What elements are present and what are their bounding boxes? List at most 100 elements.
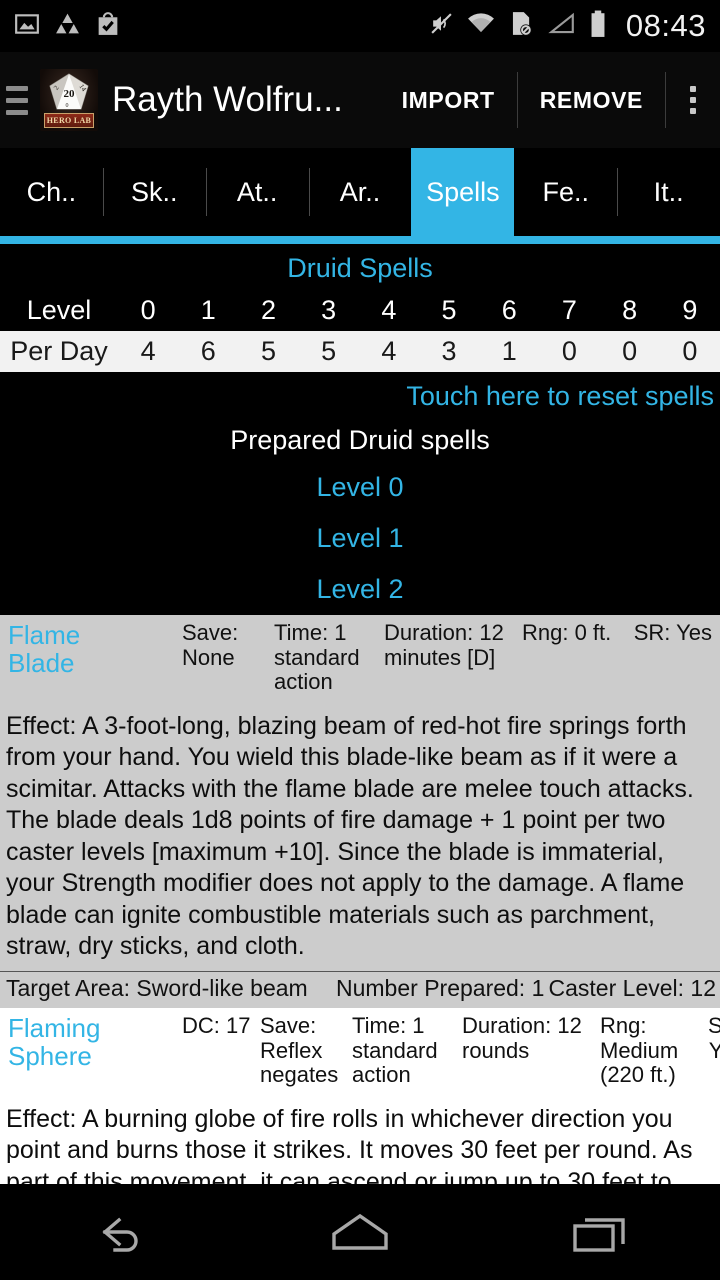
tab-feats[interactable]: Fe.. [514,148,617,236]
mute-icon [429,11,454,41]
per-day-cell[interactable]: 6 [178,331,239,372]
level-cell: 0 [118,290,179,331]
spell-name[interactable]: Flaming Sphere [6,1014,182,1070]
status-bar-system-icons: 08:43 [429,8,706,44]
spell-name-line2: Blade [8,648,75,679]
tab-skills[interactable]: Sk.. [102,148,206,236]
spells-content: Druid Spells Level 0 1 2 3 4 5 6 7 8 9 P… [0,244,720,1184]
tab-spells[interactable]: Spells [411,148,515,236]
spell-dc: DC: 17 [182,1012,251,1038]
level-1-link[interactable]: Level 1 [0,513,720,564]
level-cell: 2 [238,290,299,331]
spell-duration: Duration: 12 minutes [D] [384,620,504,670]
level-2-link[interactable]: Level 2 [0,564,720,615]
level-cell: 3 [298,290,359,331]
per-day-cell[interactable]: 1 [479,331,540,372]
hamburger-menu-icon[interactable] [6,83,36,117]
action-bar: 20 2 14 0 HERO LAB Rayth Wolfru... IMPOR… [0,52,720,148]
level-0-link[interactable]: Level 0 [0,462,720,513]
tab-bar: Ch.. Sk.. At.. Ar.. Spells Fe.. It.. [0,148,720,236]
spell-caster-level: Caster Level: 12 [548,974,716,1001]
level-cell: 5 [418,290,480,331]
status-bar: 08:43 [0,0,720,52]
battery-icon [589,10,607,43]
per-day-cell[interactable]: 0 [659,331,720,372]
spell-attributes: DC: 17 Save: Reflex negates Time: 1 stan… [182,1012,720,1088]
action-bar-buttons: IMPORT REMOVE [380,52,720,148]
level-cell: 9 [659,290,720,331]
level-cell: 4 [358,290,419,331]
spell-duration: Duration: 12 rounds [462,1012,582,1063]
spell-effect-text: Effect: A burning globe of fire rolls in… [0,1095,720,1184]
page-title: Rayth Wolfru... [112,80,343,119]
spell-casting-time: Time: 1 standard action [274,620,360,695]
overflow-menu-icon[interactable] [666,69,720,131]
table-row-level: Level 0 1 2 3 4 5 6 7 8 9 [0,290,720,331]
tab-label: Ch.. [26,176,77,207]
tab-character[interactable]: Ch.. [0,148,103,236]
d20-die-icon: 20 2 14 0 [49,73,89,110]
spell-name-line1: Flame [8,620,81,650]
home-icon[interactable] [300,1196,420,1268]
spell-name-line2: Sphere [8,1040,92,1071]
spell-header: Flaming Sphere DC: 17 Save: Reflex negat… [0,1008,720,1096]
status-bar-clock: 08:43 [625,8,706,43]
spell-slots-table: Level 0 1 2 3 4 5 6 7 8 9 Per Day 4 6 5 … [0,290,720,372]
import-button[interactable]: IMPORT [380,69,517,131]
spell-save: Save: None [182,620,239,670]
remove-button[interactable]: REMOVE [518,69,665,131]
tab-label: Sk.. [131,176,178,207]
wifi-icon [467,11,495,41]
spell-name-line1: Flaming [8,1012,101,1043]
hero-lab-logo[interactable]: 20 2 14 0 HERO LAB [40,69,98,131]
level-cell: 7 [539,290,600,331]
prepared-spells-heading: Prepared Druid spells [0,421,720,462]
spell-number-prepared: Number Prepared: 1 [336,974,545,1001]
android-screen: 08:43 20 2 14 0 HERO LAB Rayth Wolfru... [0,0,720,1280]
per-day-cell[interactable]: 0 [539,331,600,372]
triangles-icon [54,11,81,42]
shopping-bag-check-icon [95,10,121,42]
signal-icon [546,11,576,41]
spell-entry-flaming-sphere[interactable]: Flaming Sphere DC: 17 Save: Reflex negat… [0,1007,720,1184]
tab-items[interactable]: It.. [617,148,720,236]
system-navigation-bar [0,1184,720,1280]
level-cell: 8 [599,290,660,331]
spell-effect-text: Effect: A 3-foot-long, blazing beam of r… [0,702,720,971]
per-day-cell[interactable]: 0 [599,331,660,372]
spell-target-area: Target Area: Sword-like beam [6,974,308,1001]
per-day-cell[interactable]: 4 [358,331,419,372]
tab-label: Spells [426,176,500,207]
per-day-cell[interactable]: 5 [238,331,299,372]
per-day-cell[interactable]: 4 [118,331,179,372]
table-row-per-day: Per Day 4 6 5 5 4 3 1 0 0 0 [0,331,720,372]
tab-label: Fe.. [542,176,589,207]
level-cell: 6 [479,290,540,331]
image-icon [14,11,40,42]
spell-name[interactable]: Flame Blade [6,621,182,677]
tab-attacks[interactable]: At.. [205,148,309,236]
svg-text:0: 0 [66,103,69,109]
spell-sr: SR: Yes [708,1012,720,1063]
druid-spells-title: Druid Spells [0,244,720,290]
reset-spells-link[interactable]: Touch here to reset spells [0,372,720,421]
per-day-cell[interactable]: 3 [418,331,480,372]
spell-casting-time: Time: 1 standard action [352,1012,438,1088]
spell-attributes: Save: None Time: 1 standard action Durat… [182,620,714,695]
spell-footer: Target Area: Sword-like beam Number Prep… [0,970,720,1008]
spell-save: Save: Reflex negates [260,1012,339,1088]
spell-range: Rng: Medium (220 ft.) [600,1012,679,1088]
level-cell: 1 [178,290,239,331]
recent-apps-icon[interactable] [540,1196,660,1268]
per-day-cell[interactable]: 5 [298,331,359,372]
spell-entry-flame-blade[interactable]: Flame Blade Save: None Time: 1 standard … [0,615,720,1008]
tab-label: At.. [236,176,278,207]
back-arrow-icon[interactable] [60,1196,180,1268]
tab-label: Ar.. [339,176,381,207]
svg-text:20: 20 [64,88,76,100]
tab-armory[interactable]: Ar.. [308,148,412,236]
tab-label: It.. [653,176,684,207]
hero-lab-nameplate: HERO LAB [44,113,94,128]
spell-header: Flame Blade Save: None Time: 1 standard … [0,615,720,703]
tab-underline [0,236,720,244]
